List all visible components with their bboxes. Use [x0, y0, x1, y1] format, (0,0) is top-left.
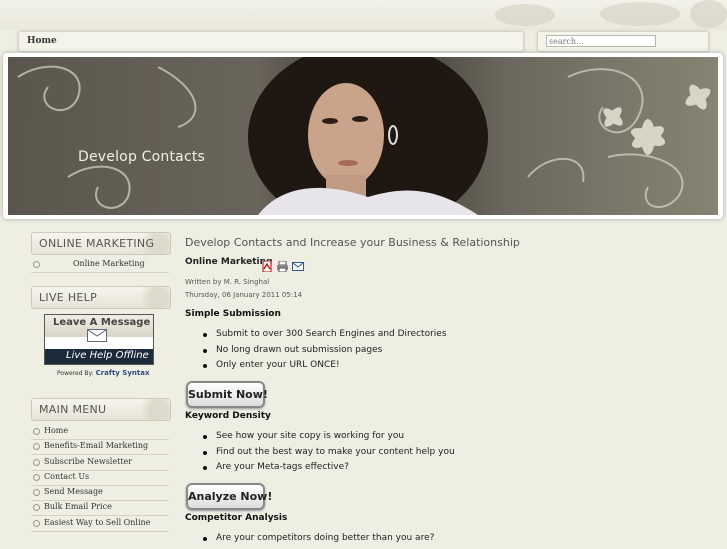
- sidebar-item-subscribe-newsletter[interactable]: Subscribe Newsletter: [31, 455, 169, 471]
- analyze-now-button[interactable]: Analyze Now!: [186, 483, 272, 510]
- section-heading-competitor-analysis: Competitor Analysis: [185, 513, 288, 523]
- live-help-button[interactable]: Leave A Message Live Help Offline: [44, 314, 154, 365]
- live-help-heading-text: LIVE HELP: [39, 291, 98, 304]
- sidebar-item-home[interactable]: Home: [31, 424, 169, 440]
- page-title: Develop Contacts and Increase your Busin…: [185, 236, 520, 249]
- bullet-icon: [33, 504, 40, 511]
- list-item: See how your site copy is working for yo…: [201, 431, 455, 447]
- header-banner: Develop Contacts: [3, 53, 723, 219]
- bullet-icon: [33, 520, 40, 527]
- bullet-icon: [33, 489, 40, 496]
- sidebar-item-label: Contact Us: [44, 472, 90, 481]
- bullet-icon: [33, 474, 40, 481]
- sidebar-item-label: Home: [44, 426, 69, 435]
- bullet-icon: [33, 459, 40, 466]
- list-item: Are your competitors doing better than y…: [201, 533, 434, 549]
- top-navigation-bar: Home: [18, 31, 524, 52]
- search-input[interactable]: [546, 35, 656, 47]
- sidebar-item-benefits-email-marketing[interactable]: Benefits-Email Marketing: [31, 439, 169, 455]
- bullet-icon: [33, 428, 40, 435]
- live-help-heading: LIVE HELP: [31, 286, 171, 309]
- article-date: Thursday, 06 January 2011 05:14: [185, 291, 303, 299]
- list-item: Submit to over 300 Search Engines and Di…: [201, 329, 447, 345]
- online-marketing-heading: ONLINE MARKETING: [31, 232, 171, 255]
- sidebar-item-label: Send Message: [44, 487, 103, 496]
- online-marketing-heading-text: ONLINE MARKETING: [39, 237, 155, 250]
- banner-image: Develop Contacts: [8, 57, 718, 215]
- sidebar-item-label: Easiest Way to Sell Online: [44, 518, 151, 527]
- main-menu-heading: MAIN MENU: [31, 398, 171, 421]
- article-title[interactable]: Online Marketing: [185, 257, 272, 267]
- main-menu-heading-text: MAIN MENU: [39, 403, 107, 416]
- list-item: Only enter your URL ONCE!: [201, 360, 447, 376]
- article-author: Written by M. R. Singhal: [185, 278, 270, 286]
- section-heading-keyword-density: Keyword Density: [185, 411, 271, 421]
- list-item: Find out the best way to make your conte…: [201, 447, 455, 463]
- bullet-icon: [33, 261, 40, 268]
- live-help-status: Live Help Offline: [66, 350, 149, 361]
- print-icon[interactable]: [277, 257, 288, 273]
- email-icon[interactable]: [292, 257, 304, 271]
- powered-by: Powered By: Crafty Syntax: [57, 369, 149, 377]
- sidebar-item-label: Online Marketing: [73, 259, 145, 268]
- list-item: Are your Meta-tags effective?: [201, 462, 455, 478]
- banner-title: Develop Contacts: [78, 149, 206, 165]
- sidebar-item-bulk-email-price[interactable]: Bulk Email Price: [31, 500, 169, 516]
- competitor-analysis-list: Are your competitors doing better than y…: [201, 533, 434, 549]
- sidebar-item-label: Subscribe Newsletter: [44, 457, 133, 466]
- powered-by-label: Powered By:: [57, 370, 94, 377]
- pdf-icon[interactable]: [262, 257, 272, 273]
- header-decoration: [0, 0, 727, 30]
- powered-by-link[interactable]: Crafty Syntax: [96, 369, 150, 377]
- sidebar-item-online-marketing[interactable]: Online Marketing: [31, 257, 169, 273]
- sidebar-item-label: Benefits-Email Marketing: [44, 441, 149, 450]
- bullet-icon: [33, 443, 40, 450]
- list-item: No long drawn out submission pages: [201, 345, 447, 361]
- keyword-density-list: See how your site copy is working for yo…: [201, 431, 455, 478]
- sidebar-item-send-message[interactable]: Send Message: [31, 485, 169, 501]
- banner-floral-ornament: [17, 57, 711, 215]
- section-heading-simple-submission: Simple Submission: [185, 309, 281, 319]
- sidebar-item-contact-us[interactable]: Contact Us: [31, 470, 169, 486]
- search-container: [537, 31, 709, 52]
- leave-message-label: Leave A Message: [53, 317, 151, 328]
- sidebar-item-easiest-way-to-sell-online[interactable]: Easiest Way to Sell Online: [31, 516, 169, 532]
- envelope-icon: [87, 329, 107, 342]
- sidebar-item-label: Bulk Email Price: [44, 502, 112, 511]
- simple-submission-list: Submit to over 300 Search Engines and Di…: [201, 329, 447, 376]
- nav-home-link[interactable]: Home: [27, 36, 57, 46]
- submit-now-button[interactable]: Submit Now!: [186, 381, 268, 408]
